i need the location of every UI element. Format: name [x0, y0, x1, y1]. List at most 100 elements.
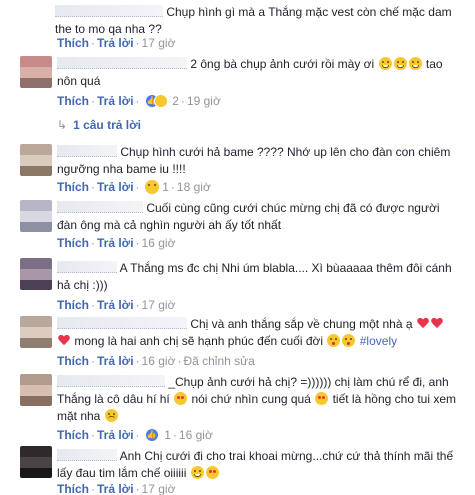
avatar-top: [20, 56, 52, 67]
reply-link[interactable]: Trả lời: [97, 180, 134, 194]
reply-link[interactable]: Trả lời: [97, 236, 134, 250]
avatar-mid: [20, 155, 52, 166]
comment-body: A Thắng ms đc chị Nhi úm blabla.... Xì b…: [57, 260, 457, 294]
comment-text: Anh Chị cưới đi cho trai khoai mừng...ch…: [57, 449, 454, 480]
avatar-mid: [20, 457, 52, 468]
reply-link[interactable]: Trả lời: [97, 36, 134, 50]
grin-emoji-icon: [378, 57, 392, 70]
comment-actions: Thích · Trả lời · 17 giờ: [57, 298, 176, 312]
comment-time[interactable]: 19 giờ: [187, 94, 221, 108]
view-replies-link[interactable]: ↳ 1 câu trả lời: [57, 118, 141, 132]
heart-icon: [58, 335, 70, 346]
avatar-mid: [20, 211, 52, 222]
avatar[interactable]: [20, 316, 52, 348]
avatar[interactable]: [20, 374, 52, 406]
avatar[interactable]: [20, 446, 52, 478]
comment-actions: Thích · Trả lời · 16 giờ · Đã chỉnh sửa: [57, 354, 255, 368]
avatar-top: [20, 316, 52, 327]
commenter-name[interactable]: [57, 375, 165, 387]
commenter-name[interactable]: [57, 57, 187, 69]
comment-time[interactable]: 17 giờ: [142, 36, 176, 50]
commenter-name[interactable]: [57, 145, 117, 157]
haha-reaction-icon[interactable]: [144, 180, 159, 194]
grin-emoji-icon: [408, 57, 422, 70]
reactions-summary[interactable]: 👍: [144, 428, 161, 442]
sad-emoji-icon: [104, 409, 118, 422]
commenter-name[interactable]: [55, 5, 163, 17]
avatar-mid: [20, 67, 52, 78]
hashtag-link[interactable]: #lovely: [360, 334, 397, 348]
comment-actions: Thích · Trả lời · 16 giờ: [57, 236, 176, 250]
wink-emoji-icon: [190, 466, 204, 479]
commenter-name[interactable]: [57, 261, 117, 273]
grin-emoji-icon: [393, 57, 407, 70]
reply-arrow-icon: ↳: [57, 118, 68, 132]
comment-time[interactable]: 17 giờ: [142, 482, 176, 495]
like-link[interactable]: Thích: [57, 482, 89, 495]
heart-eyes-emoji-icon: [315, 392, 329, 405]
like-link[interactable]: Thích: [57, 354, 89, 368]
avatar-bottom: [20, 338, 52, 348]
heart-icon: [431, 318, 443, 329]
avatar[interactable]: [20, 200, 52, 232]
commenter-name[interactable]: [57, 201, 143, 213]
comment-actions: Thích · Trả lời · 👍 1 · 16 giờ: [57, 428, 213, 442]
kiss-emoji-icon: [342, 334, 356, 347]
comment-actions: Thích · Trả lời · 👍 2 · 19 giờ: [57, 94, 221, 108]
like-link[interactable]: Thích: [57, 36, 89, 50]
like-link[interactable]: Thích: [57, 94, 89, 108]
comment-body: Chụp hình gì mà a Thắng mặc vest còn chế…: [55, 4, 460, 38]
avatar-bottom: [20, 280, 52, 290]
comment-body: _Chụp ảnh cưới hả chị? =)))))) chị làm c…: [57, 374, 457, 425]
comment-text-mid: nói chứ nhìn cung quá: [191, 392, 311, 406]
comment-body: Anh Chị cưới đi cho trai khoai mừng...ch…: [57, 448, 457, 482]
comment-body: 2 ông bà chụp ảnh cưới rồi mày ơi tao nô…: [57, 56, 457, 90]
avatar-mid: [20, 269, 52, 280]
avatar-bottom: [20, 468, 52, 478]
comment-time[interactable]: 16 giờ: [142, 236, 176, 250]
reaction-count[interactable]: 2: [172, 94, 179, 108]
avatar-top: [20, 200, 52, 211]
comment-actions: Thích · Trả lời · 17 giờ: [57, 482, 176, 495]
comment-time[interactable]: 18 giờ: [177, 180, 211, 194]
comment-text-tail: mong là hai anh chị sẽ hạnh phúc đến cuố…: [74, 334, 324, 348]
avatar-bottom: [20, 166, 52, 176]
reply-link[interactable]: Trả lời: [97, 482, 134, 495]
haha-reaction-icon: [153, 94, 168, 108]
comment-time[interactable]: 16 giờ: [142, 354, 176, 368]
avatar-top: [20, 446, 52, 457]
like-link[interactable]: Thích: [57, 180, 89, 194]
reaction-count[interactable]: 1: [164, 428, 171, 442]
reply-link[interactable]: Trả lời: [97, 428, 134, 442]
commenter-name[interactable]: [57, 449, 117, 461]
heart-eyes-emoji-icon: [174, 392, 188, 405]
commenter-name[interactable]: [57, 317, 187, 329]
comment-time[interactable]: 17 giờ: [142, 298, 176, 312]
reply-link[interactable]: Trả lời: [97, 354, 134, 368]
comment-time[interactable]: 16 giờ: [179, 428, 213, 442]
avatar-top: [20, 258, 52, 269]
comment-body: Chị và anh thắng sắp về chung một nhà ạ …: [57, 316, 457, 350]
comment-body: Chụp hình cưới hả bame ???? Nhớ up lên c…: [57, 144, 457, 178]
edited-label[interactable]: Đã chỉnh sửa: [183, 354, 254, 368]
avatar[interactable]: [20, 56, 52, 88]
avatar[interactable]: [20, 144, 52, 176]
comment-text: A Thắng ms đc chị Nhi úm blabla.... Xì b…: [57, 261, 452, 292]
like-link[interactable]: Thích: [57, 298, 89, 312]
reactions-summary[interactable]: 👍: [144, 94, 169, 108]
like-link[interactable]: Thích: [57, 236, 89, 250]
comment-text: Chị và anh thắng sắp về chung một nhà ạ: [190, 317, 413, 331]
heart-eyes-emoji-icon: [205, 466, 219, 479]
avatar-bottom: [20, 222, 52, 232]
reaction-count[interactable]: 1: [162, 180, 169, 194]
heart-icon: [417, 318, 429, 329]
like-reaction-icon: 👍: [144, 428, 159, 442]
comment-text: 2 ông bà chụp ảnh cưới rồi mày ơi: [190, 57, 375, 71]
reply-link[interactable]: Trả lời: [97, 298, 134, 312]
comment-body: Cuối cùng cũng cưới chúc mừng chị đã có …: [57, 200, 457, 234]
comment-actions: Thích · Trả lời · 17 giờ: [57, 36, 176, 50]
like-link[interactable]: Thích: [57, 428, 89, 442]
avatar-bottom: [20, 396, 52, 406]
reply-link[interactable]: Trả lời: [97, 94, 134, 108]
avatar[interactable]: [20, 258, 52, 290]
